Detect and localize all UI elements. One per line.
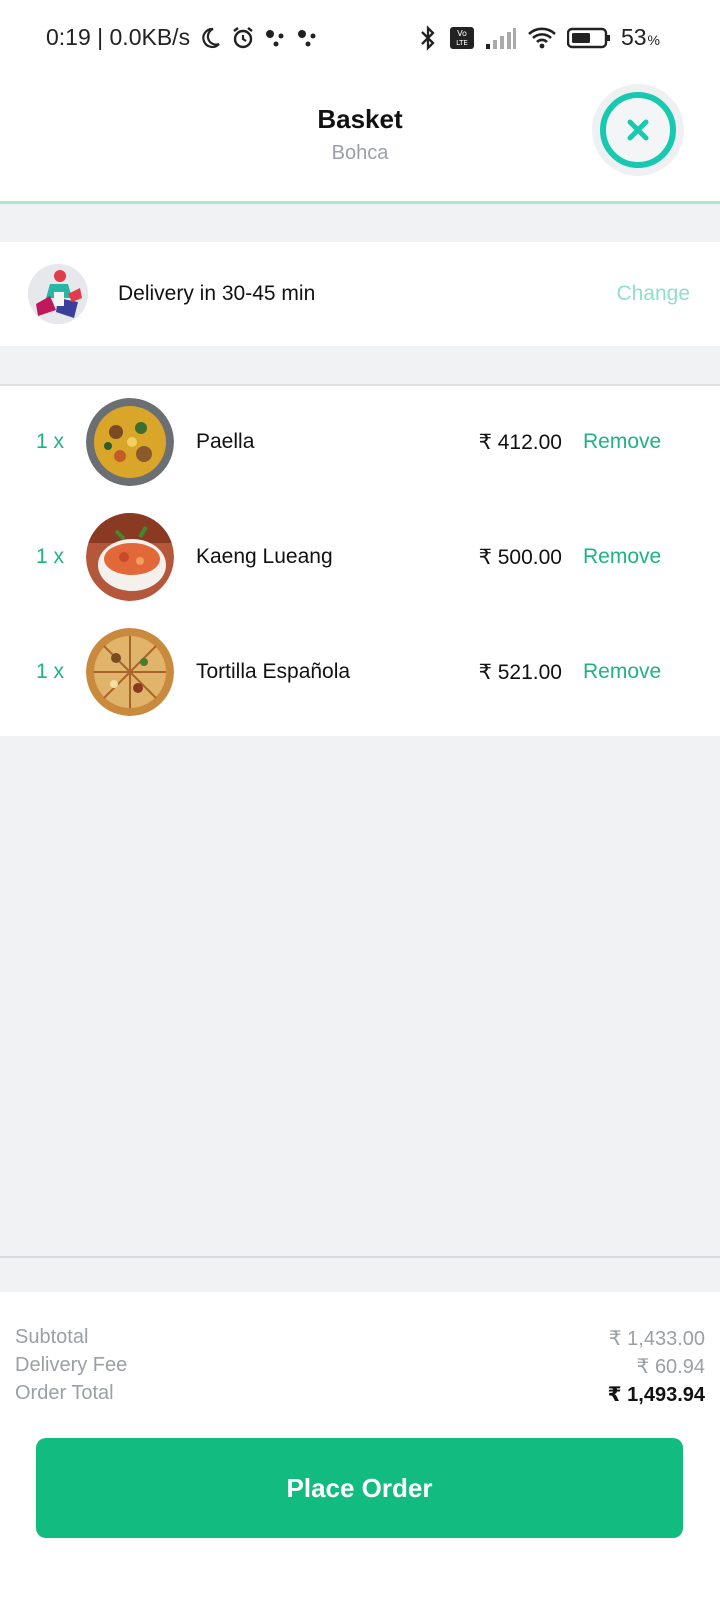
subtotal-label: Subtotal — [15, 1326, 89, 1348]
item-name: Paella — [196, 430, 255, 453]
close-icon — [600, 92, 676, 168]
basket-item: 1 x Tortilla Española ₹ 521.00 Remove — [0, 622, 720, 722]
delivery-row: Delivery in 30-45 min Change — [0, 242, 720, 346]
close-button[interactable] — [592, 84, 684, 176]
item-name: Tortilla Española — [196, 660, 351, 683]
assistant-dots-icon — [264, 28, 288, 48]
battery-icon — [566, 26, 611, 50]
item-quantity: 1 x — [36, 430, 65, 453]
order-total-label: Order Total — [15, 1382, 114, 1404]
item-price: ₹ 500.00 — [478, 546, 562, 569]
wifi-icon — [527, 26, 557, 50]
delivery-rider-icon — [28, 264, 88, 324]
svg-text:LTE: LTE — [456, 39, 468, 47]
food-photo — [86, 513, 174, 601]
place-order-button[interactable]: Place Order — [36, 1438, 683, 1538]
order-total-value: ₹ 1,493.94 — [607, 1384, 705, 1406]
item-price: ₹ 521.00 — [478, 661, 562, 684]
item-name: Kaeng Lueang — [196, 545, 333, 568]
bluetooth-icon — [417, 24, 439, 51]
svg-text:Vo: Vo — [457, 29, 467, 38]
summary-divider — [0, 1256, 720, 1258]
basket-item: 1 x Paella ₹ 412.00 Remove — [0, 392, 720, 492]
item-quantity: 1 x — [36, 545, 65, 568]
status-bar: 0:19 | 0.0KB/s Vo LTE 53% — [0, 0, 720, 80]
status-time: 0:19 | 0.0KB/s — [46, 24, 191, 50]
delivery-fee-value: ₹ 60.94 — [636, 1356, 705, 1378]
change-delivery-link[interactable]: Change — [616, 282, 690, 306]
food-photo — [86, 398, 174, 486]
basket-item: 1 x Kaeng Lueang ₹ 500.00 Remove — [0, 507, 720, 607]
food-photo — [86, 628, 174, 716]
basket-items: 1 x Paella ₹ 412.00 Remove 1 x Kaeng Lue… — [0, 384, 720, 736]
signal-icon — [485, 26, 517, 50]
item-price: ₹ 412.00 — [478, 431, 562, 454]
remove-item-button[interactable]: Remove — [583, 660, 661, 684]
delivery-time-text: Delivery in 30-45 min — [118, 282, 316, 305]
assistant-dots-icon — [296, 28, 320, 48]
battery-level: 53% — [620, 24, 660, 50]
item-quantity: 1 x — [36, 660, 65, 683]
remove-item-button[interactable]: Remove — [583, 430, 661, 454]
delivery-fee-label: Delivery Fee — [15, 1354, 128, 1376]
remove-item-button[interactable]: Remove — [583, 545, 661, 569]
moon-icon — [198, 26, 222, 50]
header: Basket Bohca — [0, 80, 720, 204]
order-summary: Subtotal ₹ 1,433.00 Delivery Fee ₹ 60.94… — [0, 1292, 720, 1600]
volte-icon: Vo LTE — [449, 26, 475, 50]
subtotal-value: ₹ 1,433.00 — [608, 1328, 705, 1350]
alarm-icon — [230, 25, 256, 51]
